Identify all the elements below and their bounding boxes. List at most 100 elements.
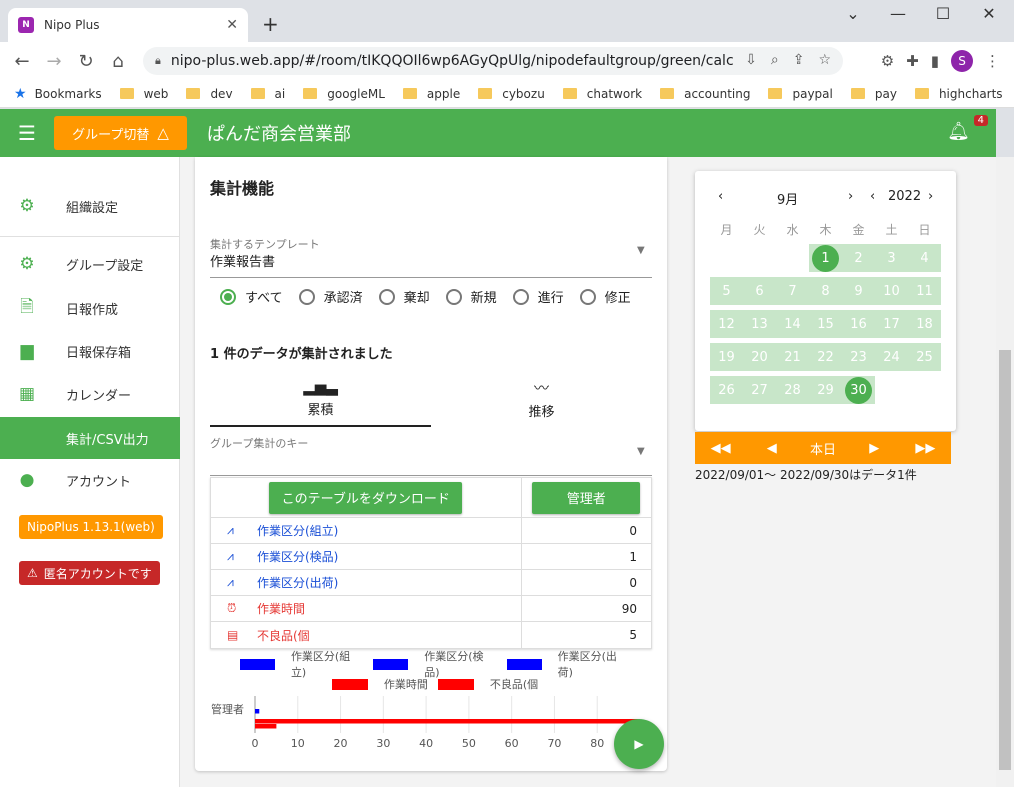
- bookmark-item[interactable]: highcharts: [914, 87, 1003, 101]
- calendar-day[interactable]: 10: [875, 277, 908, 305]
- today-button[interactable]: 本日: [797, 439, 848, 458]
- calendar-day[interactable]: 12: [710, 310, 743, 338]
- bookmark-item[interactable]: ★ Bookmarks: [14, 86, 102, 102]
- side-panel-icon[interactable]: ▮: [931, 52, 939, 70]
- extension-gear-icon[interactable]: ⚙: [881, 52, 894, 70]
- bookmark-item[interactable]: chatwork: [562, 87, 642, 101]
- tab-cumulative[interactable]: ▂▅▃ 累積: [210, 370, 431, 426]
- radio-fix[interactable]: 修正: [579, 287, 631, 306]
- close-tab-icon[interactable]: ✕: [226, 17, 238, 33]
- prev-month-icon[interactable]: ‹: [718, 189, 723, 204]
- next-button[interactable]: ▶: [849, 441, 900, 456]
- maximize-icon[interactable]: ☐: [920, 4, 966, 23]
- scrollbar-thumb[interactable]: [999, 350, 1011, 770]
- bookmark-item[interactable]: dev: [186, 87, 233, 101]
- prev-button[interactable]: ◀: [746, 441, 797, 456]
- calendar-day[interactable]: 16: [842, 310, 875, 338]
- radio-all[interactable]: すべて: [220, 287, 283, 306]
- radio-progress[interactable]: 進行: [512, 287, 564, 306]
- install-icon[interactable]: ⇩: [745, 52, 757, 68]
- sidebar-item-group-settings[interactable]: ⚙ グループ設定: [0, 243, 180, 285]
- calendar-day[interactable]: 28: [776, 376, 809, 404]
- calendar-day[interactable]: 3: [875, 244, 908, 272]
- radio-new[interactable]: 新規: [445, 287, 497, 306]
- sidebar-item-account[interactable]: ● アカウント: [0, 459, 180, 501]
- template-select[interactable]: 作業報告書: [210, 251, 275, 270]
- new-tab-icon[interactable]: +: [262, 12, 279, 36]
- sidebar-item-create-report[interactable]: 🗎︎ 日報作成: [0, 287, 180, 329]
- bookmark-item[interactable]: pay: [850, 87, 897, 101]
- notification-bell-icon[interactable]: 🔔︎: [947, 121, 970, 142]
- close-window-icon[interactable]: ✕: [966, 4, 1012, 23]
- calendar-day[interactable]: 17: [875, 310, 908, 338]
- calendar-day[interactable]: 4: [908, 244, 941, 272]
- sidebar-item-calendar[interactable]: ▦ カレンダー: [0, 373, 180, 415]
- calendar-day[interactable]: 2: [842, 244, 875, 272]
- calendar-day[interactable]: 18: [908, 310, 941, 338]
- calendar-day[interactable]: 27: [743, 376, 776, 404]
- next-fab-button[interactable]: ▶: [614, 719, 664, 769]
- group-switch-button[interactable]: グループ切替 △: [54, 116, 187, 150]
- minimize-icon[interactable]: —: [875, 4, 921, 23]
- column-header-admin[interactable]: 管理者: [532, 481, 641, 514]
- sidebar-item-org-settings[interactable]: ⚙ 組織設定: [0, 185, 180, 227]
- calendar-day[interactable]: 26: [710, 376, 743, 404]
- calendar-day[interactable]: 23: [842, 343, 875, 371]
- calendar-day[interactable]: 13: [743, 310, 776, 338]
- hamburger-menu-icon[interactable]: ☰: [0, 121, 54, 145]
- calendar-day[interactable]: 29: [809, 376, 842, 404]
- profile-avatar[interactable]: S: [951, 50, 973, 72]
- group-key-select[interactable]: [210, 475, 652, 476]
- legend-item[interactable]: 不良品(個: [437, 676, 538, 692]
- calendar-day[interactable]: 22: [809, 343, 842, 371]
- calendar-day[interactable]: 9: [842, 277, 875, 305]
- calendar-day[interactable]: 15: [809, 310, 842, 338]
- calendar-day[interactable]: 5: [710, 277, 743, 305]
- next-fast-button[interactable]: ▶▶: [900, 441, 951, 456]
- bookmark-item[interactable]: googleML: [303, 87, 385, 101]
- dropdown-arrow-icon[interactable]: ▼: [637, 245, 645, 256]
- bookmark-item[interactable]: paypal: [768, 87, 833, 101]
- calendar-day[interactable]: 6: [743, 277, 776, 305]
- bookmark-item[interactable]: apple: [402, 87, 460, 101]
- bookmark-item[interactable]: accounting: [660, 87, 750, 101]
- calendar-day[interactable]: 20: [743, 343, 776, 371]
- bookmark-item[interactable]: cybozu: [478, 87, 545, 101]
- prev-year-icon[interactable]: ‹: [870, 189, 875, 204]
- prev-fast-button[interactable]: ◀◀: [695, 441, 746, 456]
- calendar-day[interactable]: 14: [776, 310, 809, 338]
- forward-icon[interactable]: →: [38, 51, 70, 72]
- back-icon[interactable]: ←: [6, 51, 38, 72]
- calendar-day[interactable]: 8: [809, 277, 842, 305]
- calendar-day[interactable]: 24: [875, 343, 908, 371]
- share-icon[interactable]: ⇪: [793, 52, 805, 68]
- calendar-day[interactable]: 1: [809, 244, 842, 272]
- menu-kebab-icon[interactable]: ⋮: [985, 52, 1000, 70]
- calendar-day[interactable]: 7: [776, 277, 809, 305]
- bookmark-item[interactable]: web: [119, 87, 168, 101]
- extensions-puzzle-icon[interactable]: ✚: [906, 52, 919, 70]
- browser-tab[interactable]: N Nipo Plus ✕: [8, 8, 248, 42]
- calendar-day[interactable]: 30: [842, 376, 875, 404]
- next-year-icon[interactable]: ›: [928, 189, 933, 204]
- calendar-day[interactable]: 11: [908, 277, 941, 305]
- calendar-day[interactable]: 21: [776, 343, 809, 371]
- sidebar-item-report-box[interactable]: ▆ 日報保存箱: [0, 330, 180, 372]
- chevron-down-icon[interactable]: ⌄: [830, 4, 876, 23]
- month-label[interactable]: 9月: [777, 189, 798, 208]
- zoom-icon[interactable]: ⌕: [771, 52, 779, 68]
- calendar-day[interactable]: 25: [908, 343, 941, 371]
- calendar-day[interactable]: 19: [710, 343, 743, 371]
- address-bar[interactable]: 🔒︎ nipo-plus.web.app/#/room/tIKQQOIl6wp6…: [143, 47, 843, 75]
- next-month-icon[interactable]: ›: [848, 189, 853, 204]
- reload-icon[interactable]: ↻: [70, 51, 102, 72]
- radio-rejected[interactable]: 棄却: [378, 287, 430, 306]
- bookmark-item[interactable]: ai: [250, 87, 285, 101]
- radio-approved[interactable]: 承認済: [298, 287, 363, 306]
- year-label[interactable]: 2022: [888, 189, 921, 204]
- sidebar-item-aggregate[interactable]: 集計/CSV出力: [0, 417, 180, 459]
- home-icon[interactable]: ⌂: [102, 51, 134, 72]
- download-table-button[interactable]: このテーブルをダウンロード: [269, 481, 463, 514]
- legend-item[interactable]: 作業時間: [331, 676, 428, 692]
- bookmark-star-icon[interactable]: ☆: [818, 52, 831, 68]
